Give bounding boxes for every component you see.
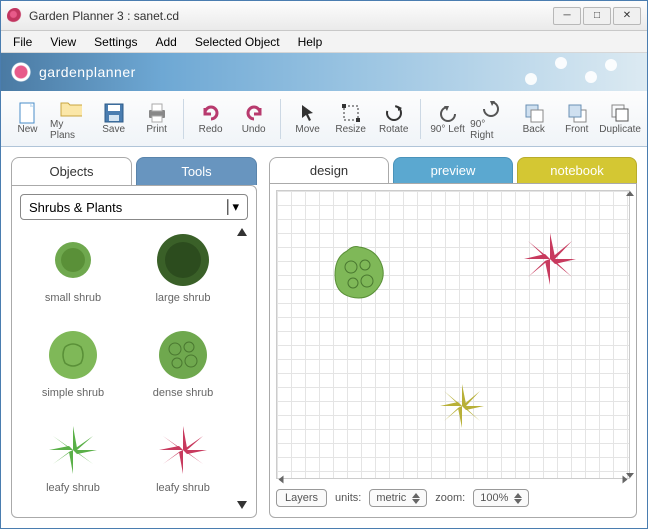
new-button[interactable]: New <box>7 94 48 144</box>
category-value: Shrubs & Plants <box>29 200 122 215</box>
menu-selected-object[interactable]: Selected Object <box>187 33 288 51</box>
tab-objects[interactable]: Objects <box>11 157 132 185</box>
send-back-button[interactable]: Back <box>513 94 554 144</box>
menu-help[interactable]: Help <box>290 33 331 51</box>
workspace: Objects Tools Shrubs & Plants │▾ small s… <box>1 147 647 528</box>
myplans-button[interactable]: My Plans <box>50 94 91 144</box>
palette-grid: small shrub large shrub simple shrub den… <box>20 228 248 509</box>
tab-notebook[interactable]: notebook <box>517 157 637 183</box>
palette-item[interactable]: small shrub <box>20 228 126 319</box>
brand-flower-icon <box>11 62 31 82</box>
app-icon <box>7 8 23 24</box>
rotate-button[interactable]: Rotate <box>373 94 414 144</box>
menubar: File View Settings Add Selected Object H… <box>1 31 647 53</box>
resize-button[interactable]: Resize <box>330 94 371 144</box>
dropdown-icon: │▾ <box>224 199 239 215</box>
menu-file[interactable]: File <box>5 33 40 51</box>
scroll-up-icon[interactable] <box>237 228 247 236</box>
category-select[interactable]: Shrubs & Plants │▾ <box>20 194 248 220</box>
palette-item[interactable]: simple shrub <box>20 323 126 414</box>
tab-preview[interactable]: preview <box>393 157 513 183</box>
canvas-hscroll[interactable] <box>277 474 629 484</box>
save-button[interactable]: Save <box>93 94 134 144</box>
canvas-object-leafy-yellow[interactable] <box>437 381 487 431</box>
rotate-right-button[interactable]: 90° Right <box>470 94 511 144</box>
zoom-select[interactable]: 100% <box>473 489 529 507</box>
menu-add[interactable]: Add <box>148 33 185 51</box>
design-canvas[interactable] <box>276 190 630 479</box>
canvas-vscroll[interactable] <box>625 191 635 478</box>
menu-view[interactable]: View <box>42 33 84 51</box>
layers-button[interactable]: Layers <box>276 489 327 507</box>
duplicate-button[interactable]: Duplicate <box>599 94 641 144</box>
palette-item[interactable]: leafy shrub <box>130 418 236 509</box>
close-button[interactable]: ✕ <box>613 7 641 25</box>
brand-name: gardenplanner <box>39 64 136 80</box>
palette-scrollbar[interactable] <box>236 228 248 509</box>
undo-button[interactable]: Undo <box>233 94 274 144</box>
units-select[interactable]: metric <box>369 489 427 507</box>
canvas-object-leafy-red[interactable] <box>522 231 578 287</box>
toolbar: New My Plans Save Print Redo Undo Move R… <box>1 91 647 147</box>
zoom-label: zoom: <box>435 492 465 504</box>
palette-item[interactable]: large shrub <box>130 228 236 319</box>
units-label: units: <box>335 492 361 504</box>
print-button[interactable]: Print <box>136 94 177 144</box>
objects-panel: Shrubs & Plants │▾ small shrub large shr… <box>11 185 257 518</box>
redo-button[interactable]: Redo <box>190 94 231 144</box>
palette-item[interactable]: leafy shrub <box>20 418 126 509</box>
titlebar: Garden Planner 3 : sanet.cd ─ □ ✕ <box>1 1 647 31</box>
bring-front-button[interactable]: Front <box>556 94 597 144</box>
menu-settings[interactable]: Settings <box>86 33 145 51</box>
rotate-left-button[interactable]: 90° Left <box>427 94 468 144</box>
canvas-object-shrub[interactable] <box>327 241 391 305</box>
canvas-wrap: Layers units: metric zoom: 100% <box>269 183 637 518</box>
right-panel: design preview notebook Layers units: me… <box>269 157 637 518</box>
move-button[interactable]: Move <box>287 94 328 144</box>
left-panel: Objects Tools Shrubs & Plants │▾ small s… <box>11 157 257 518</box>
scroll-down-icon[interactable] <box>237 501 247 509</box>
tab-design[interactable]: design <box>269 157 389 183</box>
palette-item[interactable]: dense shrub <box>130 323 236 414</box>
brand-bar: gardenplanner <box>1 53 647 91</box>
minimize-button[interactable]: ─ <box>553 7 581 25</box>
tab-tools[interactable]: Tools <box>136 157 257 185</box>
maximize-button[interactable]: □ <box>583 7 611 25</box>
window-title: Garden Planner 3 : sanet.cd <box>29 9 179 23</box>
status-bar: Layers units: metric zoom: 100% <box>276 485 630 511</box>
app-window: Garden Planner 3 : sanet.cd ─ □ ✕ File V… <box>0 0 648 529</box>
